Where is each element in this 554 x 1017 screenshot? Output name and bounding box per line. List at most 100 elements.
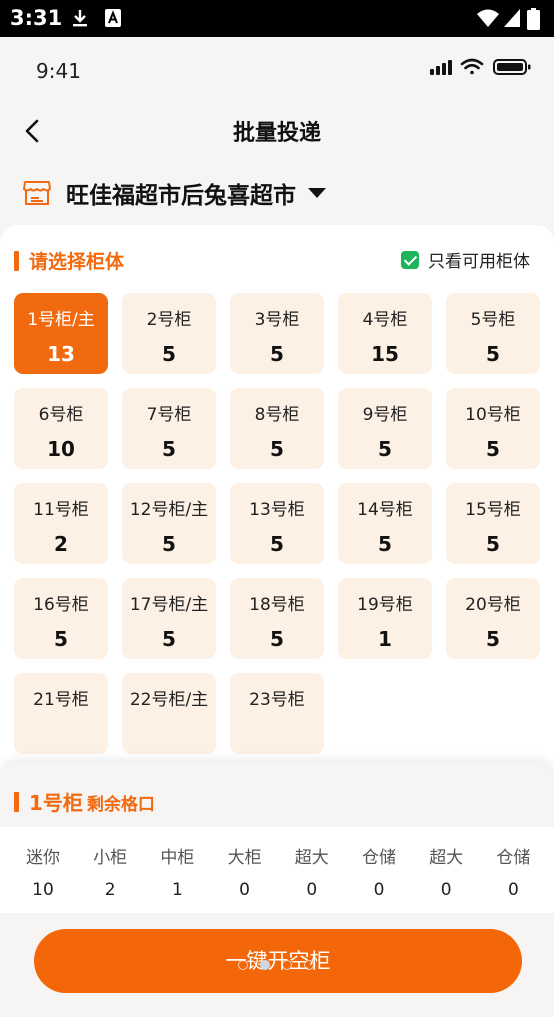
slot-size-item: 仓储 0	[479, 827, 547, 900]
cabinet-name: 3号柜	[254, 310, 300, 330]
cabinet-tile[interactable]: 3号柜 5	[230, 293, 324, 374]
cabinet-available-count: 5	[162, 627, 176, 651]
cabinet-name: 15号柜	[465, 500, 521, 520]
slot-size-label: 小柜	[93, 848, 128, 868]
signal-bars-icon	[430, 60, 452, 75]
accent-bar	[14, 791, 19, 812]
page-dot	[238, 960, 248, 970]
system-time: 3:31	[10, 6, 63, 30]
cabinet-name: 14号柜	[357, 500, 413, 520]
cabinet-tile[interactable]: 12号柜/主 5	[122, 483, 216, 564]
cabinet-available-count: 5	[162, 532, 176, 556]
cabinet-tile[interactable]: 5号柜 5	[446, 293, 540, 374]
accent-bar	[14, 250, 19, 271]
checkbox-checked-icon[interactable]	[401, 250, 419, 269]
cabinet-name: 5号柜	[470, 310, 516, 330]
status-icons	[430, 58, 531, 75]
cabinet-tile[interactable]: 22号柜/主	[122, 673, 216, 754]
cabinet-name: 6号柜	[38, 405, 84, 425]
slot-size-label: 中柜	[160, 848, 195, 868]
slot-size-count: 0	[440, 880, 452, 900]
cabinet-name: 1号柜/主	[27, 310, 95, 330]
page-dot	[304, 960, 314, 970]
wifi-icon	[460, 58, 484, 75]
cabinet-name: 4号柜	[362, 310, 408, 330]
cabinet-available-count: 5	[486, 342, 500, 366]
cabinet-tile[interactable]: 15号柜 5	[446, 483, 540, 564]
slot-size-item: 大柜 0	[211, 827, 279, 900]
wifi-signal-icon	[477, 9, 499, 27]
cabinet-tile[interactable]: 2号柜 5	[122, 293, 216, 374]
cabinet-tile[interactable]: 6号柜 10	[14, 388, 108, 469]
nav-bar: 批量投递	[0, 109, 554, 153]
cabinet-name: 19号柜	[357, 595, 413, 615]
slot-size-count: 10	[32, 880, 54, 900]
cabinet-tile[interactable]: 4号柜 15	[338, 293, 432, 374]
dropdown-caret-icon	[308, 188, 326, 198]
sheet-header: 1号柜 剩余格口	[14, 787, 155, 816]
cabinet-tile[interactable]: 10号柜 5	[446, 388, 540, 469]
download-icon	[73, 10, 87, 27]
cabinet-available-count: 2	[54, 532, 68, 556]
selected-cabinet-label: 1号柜	[29, 791, 83, 815]
cabinet-name: 16号柜	[33, 595, 89, 615]
slot-size-count: 2	[104, 880, 116, 900]
battery-icon	[527, 8, 540, 30]
cabinet-available-count: 5	[270, 437, 284, 461]
cabinet-name: 22号柜/主	[129, 690, 209, 710]
store-selector[interactable]: 旺佳福超市后兔喜超市	[22, 173, 326, 213]
cabinet-name: 20号柜	[465, 595, 521, 615]
cabinet-tile[interactable]: 21号柜	[14, 673, 108, 754]
slot-size-count: 1	[171, 880, 183, 900]
cabinet-tile[interactable]: 17号柜/主 5	[122, 578, 216, 659]
device-status-icons	[430, 57, 534, 81]
cabinet-tile[interactable]: 13号柜 5	[230, 483, 324, 564]
cabinet-tile[interactable]: 1号柜/主 13	[14, 293, 108, 374]
system-status-bar: 3:31	[0, 0, 554, 37]
cabinet-name: 8号柜	[254, 405, 300, 425]
available-only-label: 只看可用柜体	[428, 252, 530, 272]
cabinet-available-count: 1	[378, 627, 392, 651]
cabinet-name: 10号柜	[465, 405, 521, 425]
cabinet-name: 21号柜	[33, 690, 89, 710]
cabinet-tile[interactable]: 14号柜 5	[338, 483, 432, 564]
cabinet-tile[interactable]: 18号柜 5	[230, 578, 324, 659]
slot-size-label: 仓储	[362, 848, 396, 868]
page-dot-active	[260, 960, 270, 970]
cabinet-tile[interactable]: 9号柜 5	[338, 388, 432, 469]
cabinet-available-count: 5	[270, 532, 284, 556]
cabinet-tile[interactable]: 20号柜 5	[446, 578, 540, 659]
cabinet-available-count: 15	[371, 342, 399, 366]
cabinet-available-count: 5	[378, 437, 392, 461]
cabinet-tile[interactable]: 8号柜 5	[230, 388, 324, 469]
slot-size-item: 中柜 1	[143, 827, 211, 900]
slot-size-item: 仓储 0	[345, 827, 413, 900]
cabinet-tile[interactable]: 16号柜 5	[14, 578, 108, 659]
remaining-slots-label: 剩余格口	[86, 795, 155, 815]
cabinet-available-count: 13	[47, 342, 75, 366]
cabinet-name: 11号柜	[33, 500, 89, 520]
remaining-slots-sheet: 1号柜 剩余格口 迷你 10 小柜 2 中柜 1 大柜 0 超大 0 仓储 0 超大 0 仓储 0 一键开空柜	[0, 763, 554, 1017]
available-only-toggle[interactable]: 只看可用柜体	[401, 247, 530, 272]
cabinet-name: 7号柜	[146, 405, 192, 425]
cabinet-available-count: 10	[47, 437, 75, 461]
device-time: 9:41	[36, 59, 81, 83]
cabinet-tile[interactable]: 23号柜	[230, 673, 324, 754]
slot-size-count: 0	[306, 880, 318, 900]
slot-size-count: 0	[373, 880, 385, 900]
slot-size-label: 超大	[294, 848, 329, 868]
cabinet-tile[interactable]: 7号柜 5	[122, 388, 216, 469]
page-dot	[282, 960, 292, 970]
app-page: 9:41 批量投递 旺佳福超市后兔喜超市 请选择柜体 只看可用柜体 1号柜/主 …	[0, 37, 554, 1017]
cabinet-name: 13号柜	[249, 500, 305, 520]
slot-size-label: 超大	[429, 848, 464, 868]
cabinet-tile[interactable]: 11号柜 2	[14, 483, 108, 564]
slot-size-count: 0	[507, 880, 519, 900]
cabinet-available-count: 5	[486, 532, 500, 556]
cabinet-name: 23号柜	[249, 690, 305, 710]
cabinet-available-count: 5	[486, 437, 500, 461]
cabinet-available-count: 5	[270, 342, 284, 366]
cabinet-tile[interactable]: 19号柜 1	[338, 578, 432, 659]
cabinet-available-count: 5	[270, 627, 284, 651]
cell-signal-icon	[504, 9, 520, 27]
